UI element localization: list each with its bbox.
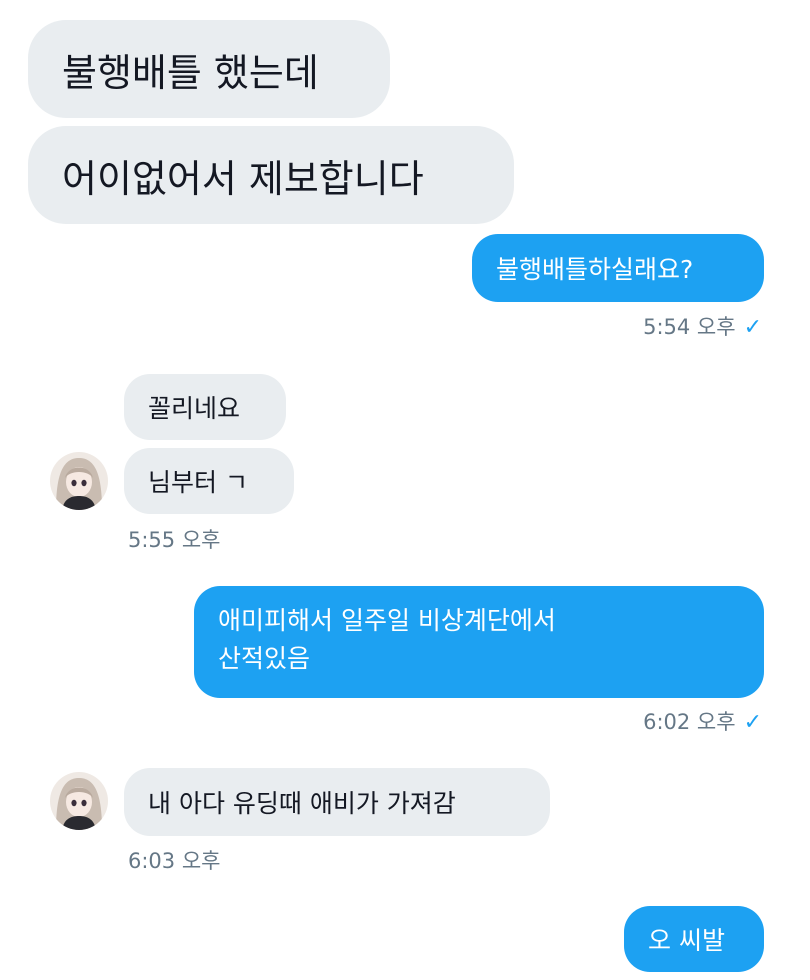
message-timestamp: 6:03 오후 [128, 849, 221, 873]
anime-character-avatar-icon [50, 452, 108, 510]
received-message-bubble[interactable]: 내 아다 유딩때 애비가 가져감 [124, 768, 550, 836]
message-text: 불행배틀하실래요? [496, 255, 694, 284]
message-timestamp: 5:55 오후 [128, 528, 221, 552]
message-text: 내 아다 유딩때 애비가 가져감 [148, 789, 456, 818]
avatar[interactable] [50, 452, 108, 510]
sent-message-bubble[interactable]: 오 씨발 [624, 906, 764, 972]
check-icon: ✓ [743, 315, 762, 340]
message-timestamp: 6:02 오후 ✓ [643, 710, 762, 735]
message-text-line: 산적있음 [218, 644, 311, 673]
message-text: 불행배틀 했는데 [62, 50, 319, 95]
received-message-bubble[interactable]: 불행배틀 했는데 [28, 20, 390, 118]
received-message-bubble[interactable]: 꼴리네요 [124, 374, 286, 440]
avatar[interactable] [50, 772, 108, 830]
received-message-bubble[interactable]: 님부터 ㄱ [124, 448, 294, 514]
anime-character-avatar-icon [50, 772, 108, 830]
message-text: 오 씨발 [648, 926, 725, 955]
message-text: 님부터 ㄱ [148, 468, 248, 497]
check-icon: ✓ [743, 710, 762, 735]
message-text: 어이없어서 제보합니다 [62, 156, 424, 201]
conversation-thread: 불행배틀 했는데 어이없어서 제보합니다 불행배틀하실래요? 5:54 오후 ✓ … [0, 0, 810, 980]
message-text: 꼴리네요 [148, 394, 241, 423]
sent-message-bubble[interactable]: 애미피해서 일주일 비상계단에서 산적있음 [194, 586, 764, 698]
sent-message-bubble[interactable]: 불행배틀하실래요? [472, 234, 764, 302]
message-timestamp: 5:54 오후 ✓ [643, 315, 762, 340]
message-text-line: 애미피해서 일주일 비상계단에서 [218, 606, 556, 635]
received-message-bubble[interactable]: 어이없어서 제보합니다 [28, 126, 514, 224]
